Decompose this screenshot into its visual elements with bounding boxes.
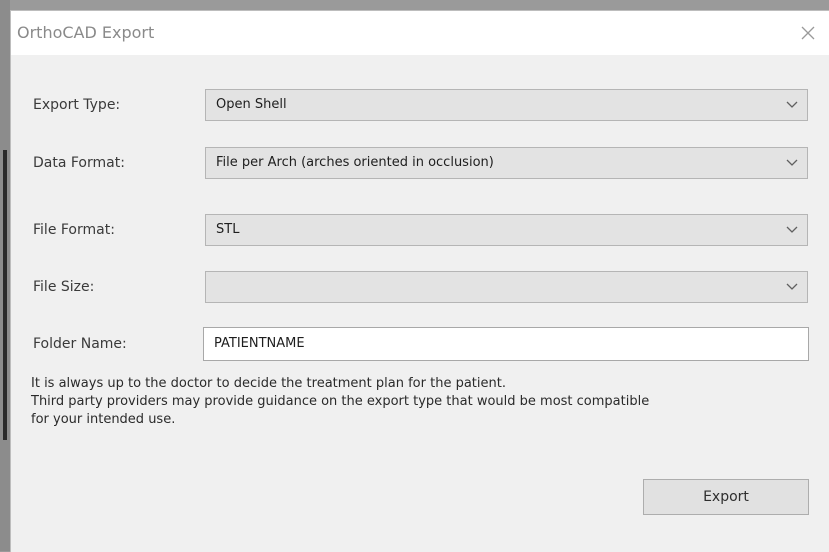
data-format-select[interactable]: File per Arch (arches oriented in occlus… [205, 147, 808, 179]
file-format-select[interactable]: STL [205, 214, 808, 246]
export-button[interactable]: Export [643, 479, 809, 515]
close-button[interactable] [792, 17, 824, 49]
export-dialog: OrthoCAD Export Export Type: Open Shell … [10, 10, 829, 552]
file-format-value: STL [216, 222, 240, 237]
chevron-down-icon [786, 226, 798, 233]
background-scrollbar [3, 150, 7, 440]
disclaimer-line: It is always up to the doctor to decide … [31, 376, 506, 391]
file-size-label: File Size: [33, 279, 95, 295]
file-format-label: File Format: [33, 222, 115, 238]
chevron-down-icon [786, 283, 798, 290]
disclaimer-line: Third party providers may provide guidan… [31, 394, 650, 409]
dialog-title: OrthoCAD Export [17, 23, 155, 42]
data-format-value: File per Arch (arches oriented in occlus… [216, 155, 494, 170]
disclaimer-line: for your intended use. [31, 412, 176, 427]
export-type-label: Export Type: [33, 97, 121, 113]
export-type-value: Open Shell [216, 97, 287, 112]
chevron-down-icon [786, 101, 798, 108]
close-icon [801, 26, 815, 40]
export-type-select[interactable]: Open Shell [205, 89, 808, 121]
chevron-down-icon [786, 159, 798, 166]
disclaimer-text: It is always up to the doctor to decide … [31, 375, 821, 429]
folder-name-input[interactable]: PATIENTNAME [203, 327, 809, 361]
data-format-label: Data Format: [33, 155, 125, 171]
folder-name-label: Folder Name: [33, 336, 127, 352]
folder-name-value: PATIENTNAME [214, 336, 305, 351]
file-size-select[interactable] [205, 271, 808, 303]
title-bar: OrthoCAD Export [11, 11, 829, 55]
